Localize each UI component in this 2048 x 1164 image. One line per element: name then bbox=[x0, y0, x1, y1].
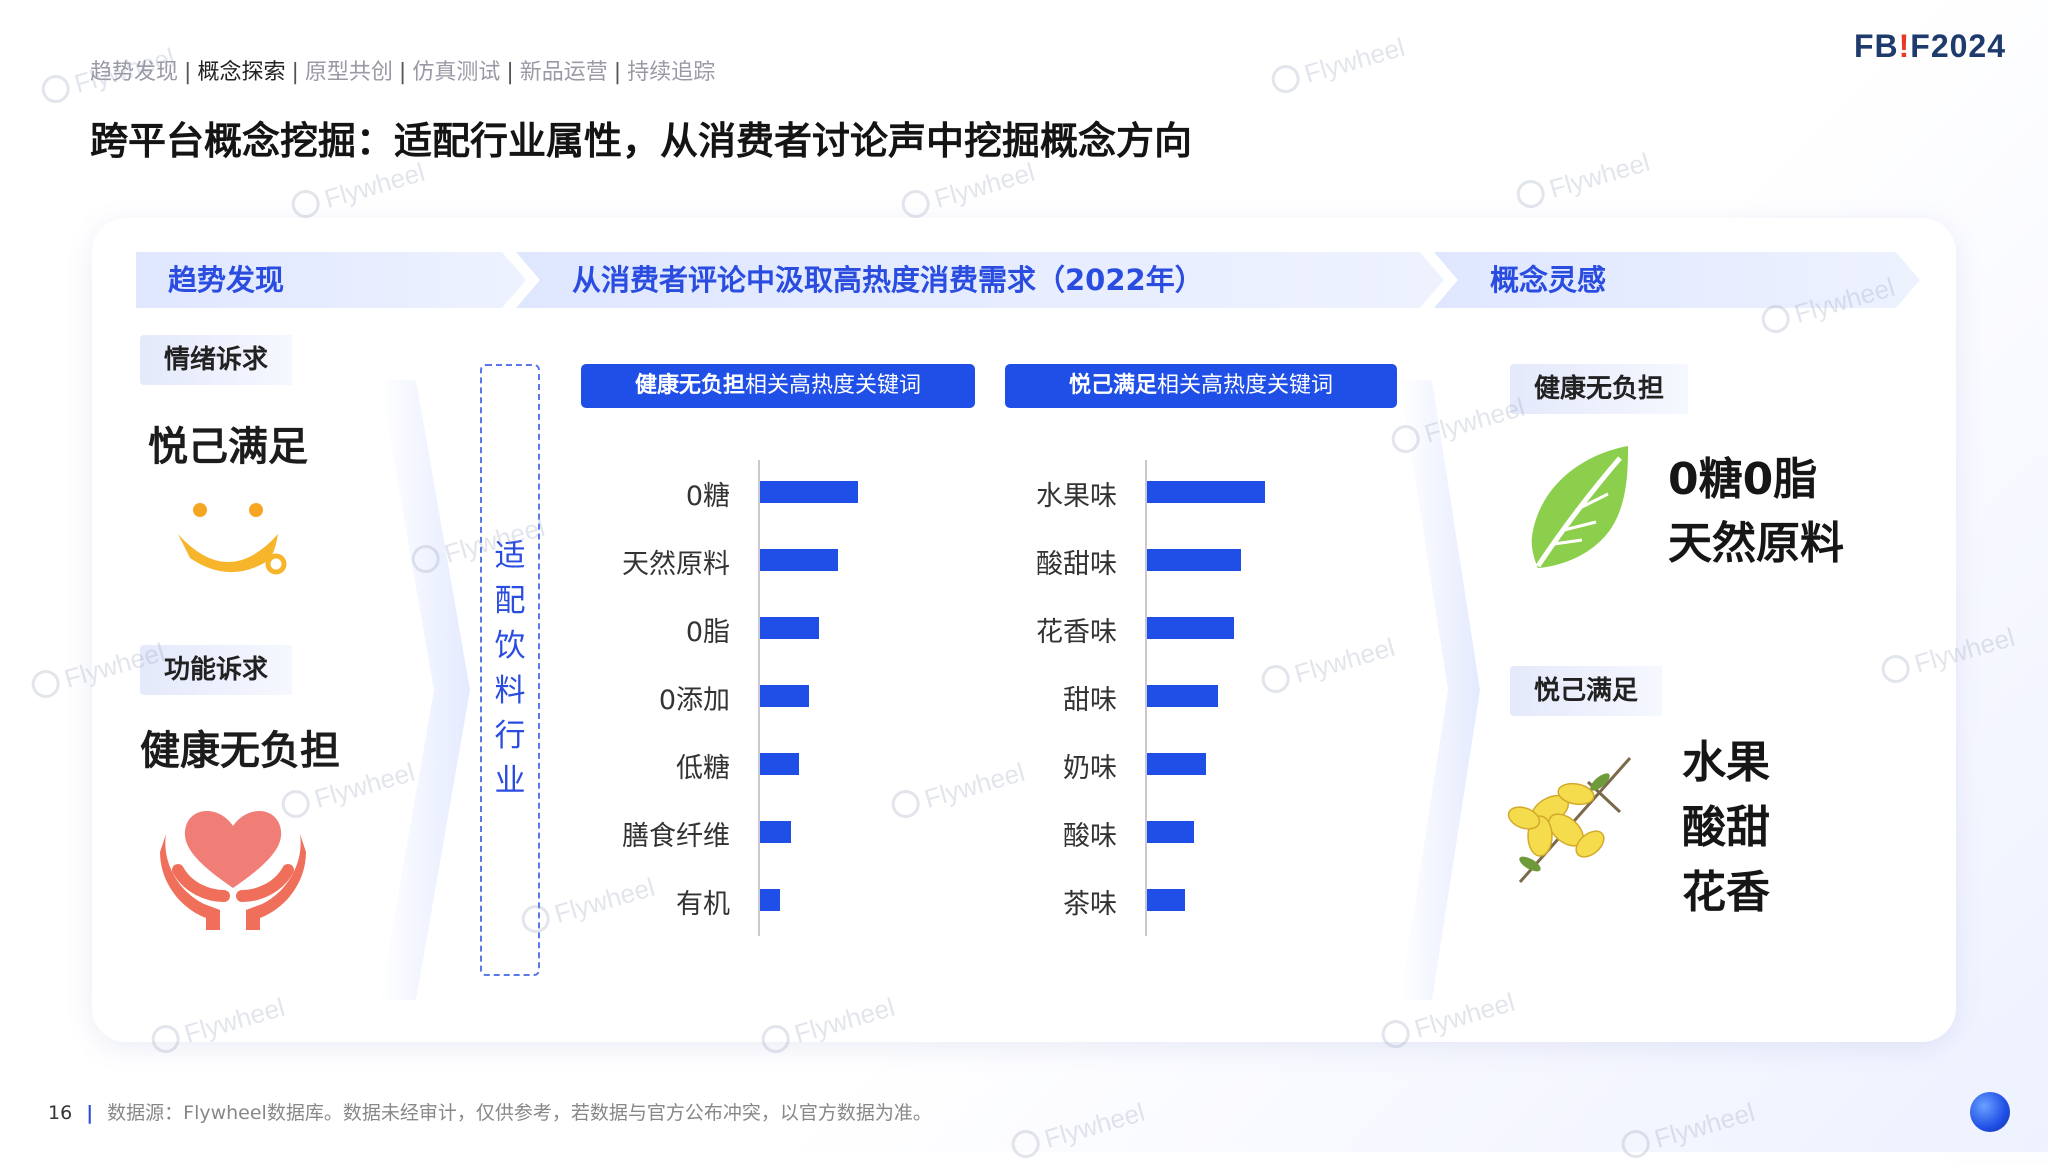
bar-label: 低糖 bbox=[676, 753, 730, 784]
bar-label: 天然原料 bbox=[622, 549, 730, 580]
breadcrumb-item-active[interactable]: 概念探索 bbox=[197, 60, 285, 85]
flywheel-orb-icon[interactable] bbox=[1970, 1092, 2010, 1132]
bar-label: 0脂 bbox=[685, 617, 730, 648]
breadcrumb-item[interactable]: 持续追踪 bbox=[627, 60, 715, 85]
bar bbox=[760, 753, 799, 775]
heart-hands-icon bbox=[160, 811, 306, 930]
health-line: 0糖0脂 bbox=[1668, 454, 1818, 505]
breadcrumb-item[interactable]: 趋势发现 bbox=[90, 60, 178, 85]
breadcrumb-item[interactable]: 仿真测试 bbox=[412, 60, 500, 85]
bar bbox=[760, 549, 838, 571]
bar bbox=[760, 481, 858, 503]
pleasure-line: 花香 bbox=[1682, 867, 1770, 918]
pleasure-tag: 悦己满足 bbox=[1510, 666, 1663, 716]
fbif-logo: FB!F2024 bbox=[1853, 28, 2006, 64]
bar-label: 有机 bbox=[676, 889, 730, 920]
functional-tag: 功能诉求 bbox=[140, 645, 293, 695]
bar-label: 花香味 bbox=[1036, 617, 1117, 648]
breadcrumb-item[interactable]: 原型共创 bbox=[305, 60, 393, 85]
smile-icon bbox=[178, 503, 287, 575]
pleasure-line: 酸甜 bbox=[1682, 802, 1770, 853]
bar-label: 甜味 bbox=[1063, 685, 1117, 716]
bar-label: 0糖 bbox=[685, 481, 730, 512]
emotional-value: 悦己满足 bbox=[148, 424, 308, 470]
bar bbox=[1147, 753, 1206, 775]
bar bbox=[1147, 617, 1234, 639]
bar bbox=[760, 821, 791, 843]
emotional-tag: 情绪诉求 bbox=[140, 335, 293, 385]
bar bbox=[1147, 821, 1194, 843]
bar-label: 酸味 bbox=[1063, 821, 1117, 852]
breadcrumb-item[interactable]: 新品运营 bbox=[520, 60, 608, 85]
watermark: Flywheel bbox=[898, 157, 1038, 224]
bar-label: 0添加 bbox=[658, 685, 730, 716]
bar bbox=[760, 685, 809, 707]
chart-title-pleasure: 悦己满足相关高热度关键词 bbox=[1005, 364, 1397, 408]
bar-label: 酸甜味 bbox=[1036, 549, 1117, 580]
footer: 16 | 数据源：Flywheel数据库。数据未经审计，仅供参考，若数据与官方公布冲… bbox=[48, 1102, 932, 1124]
breadcrumb: 趋势发现 | 概念探索 | 原型共创 | 仿真测试 | 新品运营 | 持续追踪 bbox=[90, 60, 716, 85]
pleasure-line: 水果 bbox=[1682, 737, 1770, 788]
watermark: Flywheel bbox=[1513, 147, 1653, 214]
page-number: 16 bbox=[48, 1102, 73, 1124]
bar-label: 茶味 bbox=[1063, 889, 1117, 920]
section-header-demand: 从消费者评论中汲取高热度消费需求（2022年） bbox=[516, 252, 1444, 308]
bar-label: 水果味 bbox=[1036, 481, 1117, 512]
data-source: 数据源：Flywheel数据库。数据未经审计，仅供参考，若数据与官方公布冲突，以… bbox=[107, 1102, 932, 1124]
watermark: Flywheel bbox=[1008, 1097, 1148, 1164]
section-header-trend: 趋势发现 bbox=[136, 252, 526, 308]
health-line: 天然原料 bbox=[1668, 518, 1844, 569]
page-title: 跨平台概念挖掘：适配行业属性，从消费者讨论声中挖掘概念方向 bbox=[90, 119, 1193, 163]
bar bbox=[1147, 549, 1241, 571]
bar bbox=[1147, 685, 1218, 707]
bar-label: 奶味 bbox=[1063, 753, 1117, 784]
chart-title-health: 健康无负担相关高热度关键词 bbox=[581, 364, 975, 408]
bar bbox=[760, 889, 780, 911]
bar bbox=[1147, 889, 1185, 911]
functional-value: 健康无负担 bbox=[140, 728, 340, 774]
watermark: Flywheel bbox=[1618, 1097, 1758, 1164]
bar-label: 膳食纤维 bbox=[622, 821, 730, 852]
bar bbox=[1147, 481, 1265, 503]
flower-icon bbox=[1507, 757, 1632, 883]
leaf-icon bbox=[1531, 446, 1628, 568]
watermark: Flywheel bbox=[288, 157, 428, 224]
health-tag: 健康无负担 bbox=[1510, 364, 1689, 414]
section-header-concept: 概念灵感 bbox=[1434, 252, 1920, 308]
bar bbox=[760, 617, 819, 639]
watermark: Flywheel bbox=[1268, 32, 1408, 99]
